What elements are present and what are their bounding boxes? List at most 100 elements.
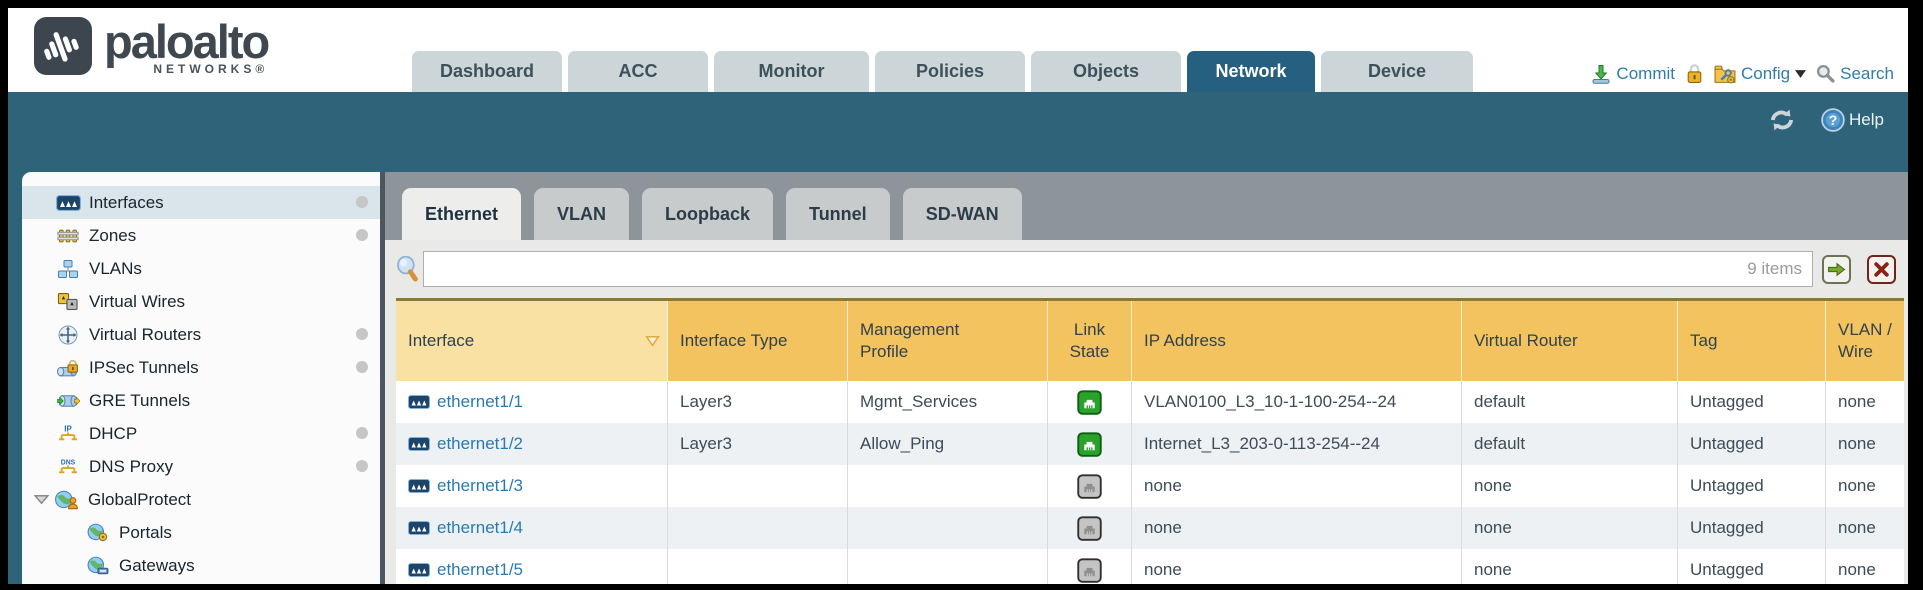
sidebar-item-label: DHCP [89, 424, 137, 444]
cell-text: Untagged [1690, 476, 1764, 496]
interface-link[interactable]: ethernet1/2 [437, 434, 523, 454]
sidebar-item-dhcp[interactable]: IP DHCP [22, 417, 380, 450]
ipsec-tunnels-icon [55, 359, 81, 377]
green-arrow-icon [1827, 261, 1846, 278]
table-row[interactable]: ethernet1/3nonenoneUntaggednone [396, 465, 1904, 507]
sidebar-item-dns-proxy[interactable]: DNSDNS Proxy [22, 450, 380, 483]
column-header-label: Interface [408, 330, 474, 352]
config-menu-button[interactable]: Config [1714, 64, 1806, 84]
sidebar-item-label: Portals [119, 523, 172, 543]
sidebar: InterfacesZones VLANs Virtual Wires Virtual… [22, 172, 380, 584]
main-navigation-tabs: DashboardACCMonitorPoliciesObjectsNetwor… [412, 51, 1473, 92]
main-tab-objects[interactable]: Objects [1031, 51, 1181, 92]
cell-text: default [1474, 392, 1525, 412]
refresh-icon[interactable] [1767, 108, 1797, 132]
sidebar-item-interfaces[interactable]: Interfaces [22, 186, 380, 219]
commit-label: Commit [1616, 64, 1675, 84]
close-icon [1873, 261, 1890, 278]
link-state-down-icon [1077, 558, 1102, 583]
sidebar-item-virtual-routers[interactable]: Virtual Routers [22, 318, 380, 351]
help-label: Help [1849, 110, 1884, 130]
main-tab-policies[interactable]: Policies [875, 51, 1025, 92]
column-header-tag[interactable]: Tag [1678, 301, 1826, 381]
cell-text: none [1144, 476, 1182, 496]
portals-icon [85, 523, 111, 542]
sidebar-item-gateways[interactable]: Gateways [22, 549, 380, 582]
svg-text:IP: IP [64, 424, 71, 433]
table-body: ethernet1/1Layer3Mgmt_ServicesVLAN0100_L… [396, 381, 1904, 584]
cell-text: none [1838, 392, 1876, 412]
globalprotect-icon [54, 490, 80, 510]
subtab-sd-wan[interactable]: SD-WAN [903, 188, 1022, 240]
column-header-link-state[interactable]: Link State [1048, 301, 1132, 381]
lock-icon[interactable] [1685, 63, 1704, 84]
column-header-label: IP Address [1144, 330, 1226, 352]
interface-link[interactable]: ethernet1/4 [437, 518, 523, 538]
help-button[interactable]: ? Help [1821, 108, 1884, 132]
apply-filter-button[interactable] [1822, 255, 1851, 284]
dns-proxy-icon: DNS [55, 457, 81, 476]
sidebar-item-label: Virtual Routers [89, 325, 201, 345]
sidebar-item-portals[interactable]: Portals [22, 516, 380, 549]
main-tab-dashboard[interactable]: Dashboard [412, 51, 562, 92]
sidebar-item-clipped[interactable] [22, 582, 380, 584]
column-header-management-profile[interactable]: Management Profile [848, 301, 1048, 381]
interfaces-table: Interface Interface TypeManagement Profil… [396, 298, 1904, 584]
table-row[interactable]: ethernet1/2Layer3Allow_PingInternet_L3_2… [396, 423, 1904, 465]
clear-filter-button[interactable] [1867, 255, 1896, 284]
main-tab-monitor[interactable]: Monitor [714, 51, 869, 92]
sidebar-item-label: VLANs [89, 259, 142, 279]
sidebar-item-globalprotect[interactable]: GlobalProtect [22, 483, 380, 516]
filter-row: 9 items [385, 240, 1908, 298]
gateways-icon [85, 556, 111, 575]
sidebar-item-vlans[interactable]: VLANs [22, 252, 380, 285]
link-state-up-icon [1077, 390, 1102, 415]
column-header-virtual-router[interactable]: Virtual Router [1462, 301, 1678, 381]
table-row[interactable]: ethernet1/1Layer3Mgmt_ServicesVLAN0100_L… [396, 381, 1904, 423]
sidebar-item-label: GlobalProtect [88, 490, 191, 510]
cell-text: Layer3 [680, 392, 732, 412]
main-tab-network[interactable]: Network [1187, 51, 1315, 92]
sidebar-item-virtual-wires[interactable]: Virtual Wires [22, 285, 380, 318]
gre-tunnels-icon [55, 393, 81, 409]
column-header-interface[interactable]: Interface [396, 301, 668, 381]
sidebar-item-ipsec-tunnels[interactable]: IPSec Tunnels [22, 351, 380, 384]
table-row[interactable]: ethernet1/5nonenoneUntaggednone [396, 549, 1904, 584]
subtab-vlan[interactable]: VLAN [534, 188, 629, 240]
interface-link[interactable]: ethernet1/3 [437, 476, 523, 496]
status-dot [356, 328, 368, 340]
link-state-up-icon [1077, 432, 1102, 457]
sidebar-item-gre-tunnels[interactable]: GRE Tunnels [22, 384, 380, 417]
cell-text: VLAN0100_L3_10-1-100-254--24 [1144, 392, 1396, 412]
cell-text: none [1474, 560, 1512, 580]
main-tab-acc[interactable]: ACC [568, 51, 708, 92]
sort-caret-icon[interactable] [645, 335, 660, 347]
sidebar-item-label: GRE Tunnels [89, 391, 190, 411]
main-tab-device[interactable]: Device [1321, 51, 1473, 92]
commit-button[interactable]: Commit [1591, 64, 1675, 84]
table-row[interactable]: ethernet1/4nonenoneUntaggednone [396, 507, 1904, 549]
cell-text: none [1474, 518, 1512, 538]
paloalto-logo-icon [34, 17, 92, 75]
column-header-ip-address[interactable]: IP Address [1132, 301, 1462, 381]
subtab-loopback[interactable]: Loopback [642, 188, 773, 240]
search-button[interactable]: Search [1816, 64, 1894, 84]
svg-text:?: ? [1829, 113, 1838, 129]
cell-text: default [1474, 434, 1525, 454]
column-header-label: Virtual Router [1474, 330, 1578, 352]
filter-input[interactable] [424, 252, 1812, 286]
link-state-down-icon [1077, 474, 1102, 499]
subtab-tunnel[interactable]: Tunnel [786, 188, 890, 240]
column-header-interface-type[interactable]: Interface Type [668, 301, 848, 381]
status-dot [356, 427, 368, 439]
column-header-vlan-wire[interactable]: VLAN / Wire [1826, 301, 1904, 381]
subtab-ethernet[interactable]: Ethernet [402, 188, 521, 240]
status-dot [356, 229, 368, 241]
interface-link[interactable]: ethernet1/1 [437, 392, 523, 412]
status-dot [356, 196, 368, 208]
interface-link[interactable]: ethernet1/5 [437, 560, 523, 580]
sidebar-item-zones[interactable]: Zones [22, 219, 380, 252]
cell-text: Layer3 [680, 434, 732, 454]
expand-triangle-icon[interactable] [33, 494, 49, 505]
cell-text: none [1474, 476, 1512, 496]
